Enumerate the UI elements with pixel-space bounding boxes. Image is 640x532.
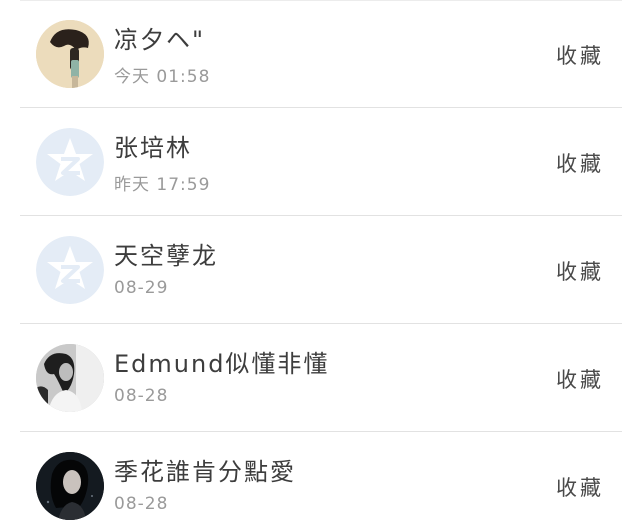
visitor-list: 凉夕ヘ" 今天 01:58 收藏 张培林 昨天 17:59 收藏 天空孽龙 08 — [0, 0, 640, 532]
visit-time: 昨天 17:59 — [114, 175, 211, 195]
photo-avatar-icon — [36, 20, 104, 88]
contact-name: 季花誰肯分點愛 — [114, 458, 296, 486]
photo-avatar-icon — [36, 344, 104, 412]
qzone-star-icon — [36, 236, 104, 304]
avatar[interactable] — [36, 20, 104, 88]
avatar[interactable] — [36, 128, 104, 196]
list-item[interactable]: 天空孽龙 08-29 收藏 — [0, 216, 640, 324]
favorite-button[interactable]: 收藏 — [556, 40, 604, 70]
favorite-button[interactable]: 收藏 — [556, 472, 604, 502]
visit-time: 今天 01:58 — [114, 67, 211, 87]
list-item[interactable]: 季花誰肯分點愛 08-28 收藏 — [0, 432, 640, 532]
list-item[interactable]: 张培林 昨天 17:59 收藏 — [0, 108, 640, 216]
contact-name: 凉夕ヘ" — [114, 26, 206, 54]
favorite-button[interactable]: 收藏 — [556, 364, 604, 394]
list-item[interactable]: Edmund似懂非懂 08-28 收藏 — [0, 324, 640, 432]
visit-time: 08-28 — [114, 386, 169, 406]
list-item[interactable]: 凉夕ヘ" 今天 01:58 收藏 — [0, 0, 640, 108]
contact-name: 天空孽龙 — [114, 242, 218, 270]
avatar[interactable] — [36, 452, 104, 520]
favorite-button[interactable]: 收藏 — [556, 256, 604, 286]
contact-name: 张培林 — [114, 134, 192, 162]
photo-avatar-icon — [36, 452, 104, 520]
favorite-button[interactable]: 收藏 — [556, 148, 604, 178]
visit-time: 08-28 — [114, 494, 169, 514]
avatar[interactable] — [36, 344, 104, 412]
visit-time: 08-29 — [114, 278, 169, 298]
qzone-star-icon — [36, 128, 104, 196]
contact-name: Edmund似懂非懂 — [114, 350, 330, 378]
avatar[interactable] — [36, 236, 104, 304]
